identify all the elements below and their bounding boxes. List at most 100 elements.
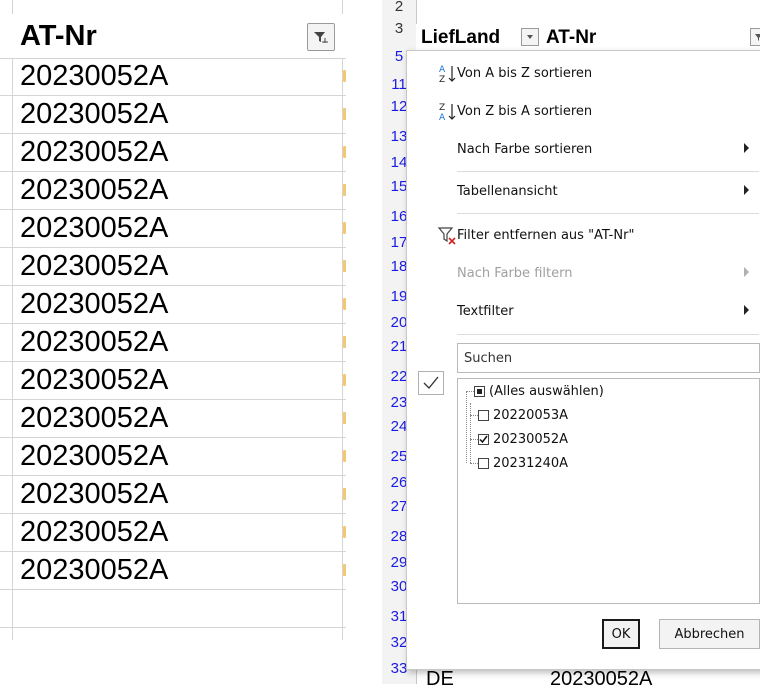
table-row[interactable]: 20230052A [0, 362, 346, 400]
table-row[interactable]: 20230052A [0, 438, 346, 476]
svg-text:A: A [439, 113, 446, 123]
menu-sort-by-color[interactable]: Nach Farbe sortieren [407, 131, 760, 169]
filter-icon [755, 34, 760, 41]
row-number[interactable]: 2 [382, 0, 416, 15]
menu-table-view[interactable]: Tabellenansicht [407, 173, 760, 211]
list-item-label: 20220053A [493, 408, 569, 423]
menu-separator [457, 171, 759, 172]
select-checkbox-icon[interactable] [418, 371, 444, 395]
list-item[interactable]: 20231240A [458, 453, 748, 477]
header-liefland: LiefLand [421, 27, 501, 48]
table-row[interactable]: 20230052A [0, 286, 346, 324]
table-row[interactable]: 20230052A [0, 476, 346, 514]
atnr-filter-button[interactable] [750, 28, 760, 46]
cell-value: 20230052A [20, 174, 169, 206]
menu-sort-a-z[interactable]: A Z Von A bis Z sortieren [407, 55, 760, 93]
cell-value: 20230052A [20, 402, 169, 434]
submenu-arrow-icon [744, 185, 749, 195]
menu-sort-by-color-label: Nach Farbe sortieren [457, 142, 593, 157]
cell-value: 20230052A [20, 554, 169, 586]
cell-value: 20230052A [20, 288, 169, 320]
row-number[interactable]: 3 [382, 20, 416, 37]
table-row[interactable]: 20230052A [0, 324, 346, 362]
search-input[interactable]: Suchen [457, 343, 760, 373]
filter-icon [314, 32, 328, 43]
checkbox-icon[interactable] [478, 410, 489, 421]
list-item-label: 20231240A [493, 456, 569, 471]
menu-filter-by-color: Nach Farbe filtern [407, 255, 760, 293]
menu-sort-z-a[interactable]: Z A Von Z bis A sortieren [407, 93, 760, 131]
menu-table-view-label: Tabellenansicht [457, 184, 558, 199]
menu-separator [457, 334, 759, 335]
cell-indicator [343, 374, 346, 386]
cell-value: 20230052A [20, 326, 169, 358]
cell-indicator [343, 526, 346, 538]
filter-dropdown-button[interactable] [307, 23, 335, 51]
cell-indicator [343, 260, 346, 272]
cell-value: 20230052A [20, 364, 169, 396]
sort-ascending-icon: A Z [439, 65, 456, 85]
checkbox-icon[interactable] [478, 458, 489, 469]
cell-indicator [343, 298, 346, 310]
submenu-arrow-icon [744, 143, 749, 153]
list-item-label: 20230052A [493, 432, 569, 447]
table-row-empty[interactable] [0, 590, 346, 628]
table-row[interactable]: 20230052A [0, 134, 346, 172]
chevron-down-icon [527, 35, 533, 39]
filter-value-list[interactable]: (Alles auswählen) 20220053A 20230052A 20231… [457, 378, 760, 604]
checkbox-partial-icon[interactable] [474, 386, 485, 397]
checkbox-checked-icon[interactable] [478, 434, 489, 445]
menu-filter-by-color-label: Nach Farbe filtern [457, 266, 573, 281]
zoomed-column-panel: AT-Nr 20230052A 20230052A 20230052A 2023005… [0, 0, 346, 640]
menu-clear-filter-label: Filter entfernen aus "AT-Nr" [457, 228, 635, 243]
cell-value: 20230052A [20, 212, 169, 244]
menu-text-filter[interactable]: Textfilter [407, 293, 760, 331]
header-atnr: AT-Nr [546, 27, 597, 48]
cell-indicator [343, 450, 346, 462]
cell-value: 20230052A [20, 60, 169, 92]
submenu-arrow-icon [744, 305, 749, 315]
table-row[interactable]: 20230052A [0, 248, 346, 286]
cell-value: 20230052A [20, 440, 169, 472]
sort-descending-icon: Z A [439, 103, 456, 123]
cell-value: 20230052A [20, 136, 169, 168]
svg-text:A: A [439, 65, 446, 75]
menu-sort-z-a-label: Von Z bis A sortieren [457, 104, 593, 119]
cell-atnr-bottom[interactable]: 20230052A [550, 668, 652, 691]
table-row[interactable]: 20230052A [0, 400, 346, 438]
table-row[interactable]: 20230052A [0, 514, 346, 552]
table-row[interactable]: 20230052A [0, 58, 346, 96]
table-row[interactable]: 20230052A [0, 552, 346, 590]
search-placeholder: Suchen [464, 351, 513, 366]
cell-indicator [343, 564, 346, 576]
menu-text-filter-label: Textfilter [457, 304, 514, 319]
table-row[interactable]: 20230052A [0, 172, 346, 210]
svg-text:Z: Z [439, 75, 445, 85]
cell-value: 20230052A [20, 478, 169, 510]
column-header-label: AT-Nr [20, 20, 97, 52]
table-row[interactable]: 20230052A [0, 96, 346, 134]
cell-indicator [343, 184, 346, 196]
table-row[interactable]: 20230052A [0, 210, 346, 248]
submenu-arrow-icon [744, 267, 749, 277]
cell-indicator [343, 70, 346, 82]
list-item[interactable]: (Alles auswählen) [458, 381, 748, 405]
list-item[interactable]: 20230052A [458, 429, 748, 453]
cell-indicator [343, 336, 346, 348]
menu-clear-filter[interactable]: Filter entfernen aus "AT-Nr" [407, 217, 760, 255]
cell-value: 20230052A [20, 98, 169, 130]
cell-indicator [343, 108, 346, 120]
autofilter-menu: A Z Von A bis Z sortieren Z A Von Z bis … [406, 50, 760, 670]
cell-liefland-bottom[interactable]: DE [426, 668, 454, 691]
ok-button[interactable]: OK [602, 619, 640, 649]
list-item[interactable]: 20220053A [458, 405, 748, 429]
menu-sort-a-z-label: Von A bis Z sortieren [457, 66, 593, 81]
cancel-button[interactable]: Abbrechen [659, 619, 760, 649]
column-header: AT-Nr [0, 14, 346, 59]
svg-text:Z: Z [439, 103, 445, 113]
liefland-dropdown-button[interactable] [521, 28, 539, 46]
list-item-label: (Alles auswählen) [489, 384, 604, 399]
checkmark-icon [423, 376, 439, 389]
header-row: LiefLand AT-Nr [416, 24, 760, 51]
cell-indicator [343, 488, 346, 500]
